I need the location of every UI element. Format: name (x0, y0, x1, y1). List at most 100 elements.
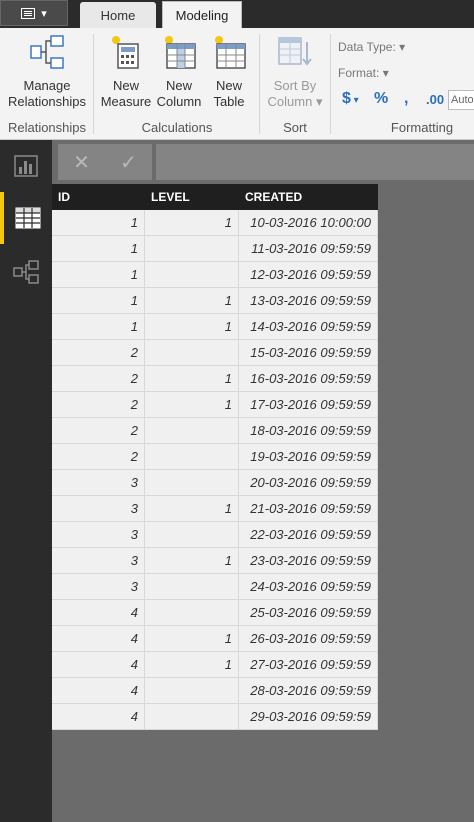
cell-level[interactable] (145, 418, 239, 443)
table-row[interactable]: 1 12-03-2016 09:59:59 (52, 262, 378, 288)
cell-created[interactable]: 27-03-2016 09:59:59 (239, 652, 378, 677)
cell-id[interactable]: 3 (52, 522, 145, 547)
table-row[interactable]: 2 1 16-03-2016 09:59:59 (52, 366, 378, 392)
cell-level[interactable] (145, 678, 239, 703)
cell-level[interactable] (145, 340, 239, 365)
cell-level[interactable] (145, 236, 239, 261)
table-row[interactable]: 2 18-03-2016 09:59:59 (52, 418, 378, 444)
cell-id[interactable]: 3 (52, 574, 145, 599)
cell-created[interactable]: 23-03-2016 09:59:59 (239, 548, 378, 573)
table-row[interactable]: 3 22-03-2016 09:59:59 (52, 522, 378, 548)
cell-level[interactable] (145, 470, 239, 495)
sort-by-column-button[interactable]: Sort By Column ▾ (264, 34, 326, 110)
cell-created[interactable]: 29-03-2016 09:59:59 (239, 704, 378, 729)
table-row[interactable]: 1 1 13-03-2016 09:59:59 (52, 288, 378, 314)
cell-level[interactable] (145, 522, 239, 547)
cell-created[interactable]: 10-03-2016 10:00:00 (239, 210, 378, 235)
cell-level[interactable]: 1 (145, 366, 239, 391)
relationships-view-button[interactable] (0, 246, 52, 298)
cell-created[interactable]: 15-03-2016 09:59:59 (239, 340, 378, 365)
cell-id[interactable]: 3 (52, 470, 145, 495)
format-dropdown[interactable]: Format: ▾ (338, 66, 389, 80)
table-row[interactable]: 4 28-03-2016 09:59:59 (52, 678, 378, 704)
data-view-button[interactable] (0, 192, 52, 244)
new-table-button[interactable]: New Table (206, 34, 252, 110)
table-row[interactable]: 2 1 17-03-2016 09:59:59 (52, 392, 378, 418)
cell-level[interactable]: 1 (145, 652, 239, 677)
cell-created[interactable]: 22-03-2016 09:59:59 (239, 522, 378, 547)
table-row[interactable]: 4 25-03-2016 09:59:59 (52, 600, 378, 626)
table-row[interactable]: 3 1 21-03-2016 09:59:59 (52, 496, 378, 522)
new-measure-button[interactable]: New Measure (100, 34, 152, 110)
cell-created[interactable]: 24-03-2016 09:59:59 (239, 574, 378, 599)
cell-created[interactable]: 25-03-2016 09:59:59 (239, 600, 378, 625)
table-row[interactable]: 4 1 26-03-2016 09:59:59 (52, 626, 378, 652)
cell-id[interactable]: 2 (52, 340, 145, 365)
cell-level[interactable]: 1 (145, 626, 239, 651)
tab-home[interactable]: Home (80, 2, 156, 28)
cell-level[interactable]: 1 (145, 210, 239, 235)
cell-id[interactable]: 4 (52, 626, 145, 651)
cell-created[interactable]: 26-03-2016 09:59:59 (239, 626, 378, 651)
decimal-button[interactable]: .00 (426, 92, 444, 107)
cell-id[interactable]: 2 (52, 392, 145, 417)
cell-id[interactable]: 1 (52, 288, 145, 313)
cell-id[interactable]: 1 (52, 262, 145, 287)
report-view-button[interactable] (0, 140, 52, 192)
cell-level[interactable] (145, 574, 239, 599)
cell-created[interactable]: 14-03-2016 09:59:59 (239, 314, 378, 339)
cell-id[interactable]: 2 (52, 418, 145, 443)
column-header-created[interactable]: CREATED (239, 184, 378, 210)
table-row[interactable]: 2 19-03-2016 09:59:59 (52, 444, 378, 470)
cell-id[interactable]: 4 (52, 600, 145, 625)
table-row[interactable]: 4 1 27-03-2016 09:59:59 (52, 652, 378, 678)
cell-id[interactable]: 1 (52, 314, 145, 339)
cell-created[interactable]: 18-03-2016 09:59:59 (239, 418, 378, 443)
cell-id[interactable]: 3 (52, 496, 145, 521)
comma-button[interactable]: , (404, 90, 408, 108)
cell-created[interactable]: 16-03-2016 09:59:59 (239, 366, 378, 391)
cell-id[interactable]: 2 (52, 444, 145, 469)
table-row[interactable]: 1 1 14-03-2016 09:59:59 (52, 314, 378, 340)
cell-created[interactable]: 17-03-2016 09:59:59 (239, 392, 378, 417)
cancel-icon[interactable]: ✕ (73, 150, 90, 175)
cell-level[interactable]: 1 (145, 548, 239, 573)
cell-created[interactable]: 28-03-2016 09:59:59 (239, 678, 378, 703)
cell-id[interactable]: 1 (52, 210, 145, 235)
table-row[interactable]: 2 15-03-2016 09:59:59 (52, 340, 378, 366)
commit-icon[interactable]: ✓ (120, 150, 137, 175)
cell-created[interactable]: 20-03-2016 09:59:59 (239, 470, 378, 495)
cell-level[interactable] (145, 704, 239, 729)
cell-id[interactable]: 4 (52, 652, 145, 677)
table-row[interactable]: 3 1 23-03-2016 09:59:59 (52, 548, 378, 574)
table-row[interactable]: 3 24-03-2016 09:59:59 (52, 574, 378, 600)
cell-id[interactable]: 3 (52, 548, 145, 573)
data-type-dropdown[interactable]: Data Type: ▾ (338, 40, 405, 54)
cell-level[interactable]: 1 (145, 496, 239, 521)
cell-created[interactable]: 19-03-2016 09:59:59 (239, 444, 378, 469)
decimal-places-input[interactable]: Auto (448, 90, 474, 110)
cell-id[interactable]: 4 (52, 678, 145, 703)
tab-modeling[interactable]: Modeling (162, 1, 242, 29)
table-row[interactable]: 1 1 10-03-2016 10:00:00 (52, 210, 378, 236)
cell-id[interactable]: 2 (52, 366, 145, 391)
formula-input[interactable] (156, 144, 474, 180)
cell-level[interactable] (145, 600, 239, 625)
cell-level[interactable]: 1 (145, 288, 239, 313)
new-column-button[interactable]: New Column (153, 34, 205, 110)
percent-button[interactable]: % (374, 90, 388, 108)
file-menu-button[interactable]: ▾ (0, 0, 68, 26)
table-row[interactable]: 3 20-03-2016 09:59:59 (52, 470, 378, 496)
cell-level[interactable]: 1 (145, 314, 239, 339)
cell-level[interactable] (145, 262, 239, 287)
table-row[interactable]: 4 29-03-2016 09:59:59 (52, 704, 378, 730)
manage-relationships-button[interactable]: Manage Relationships (6, 34, 88, 110)
cell-created[interactable]: 12-03-2016 09:59:59 (239, 262, 378, 287)
currency-button[interactable]: $ ▾ (342, 90, 359, 108)
cell-id[interactable]: 4 (52, 704, 145, 729)
table-row[interactable]: 1 11-03-2016 09:59:59 (52, 236, 378, 262)
cell-created[interactable]: 11-03-2016 09:59:59 (239, 236, 378, 261)
column-header-level[interactable]: LEVEL (145, 184, 239, 210)
cell-created[interactable]: 13-03-2016 09:59:59 (239, 288, 378, 313)
column-header-id[interactable]: ID (52, 184, 145, 210)
